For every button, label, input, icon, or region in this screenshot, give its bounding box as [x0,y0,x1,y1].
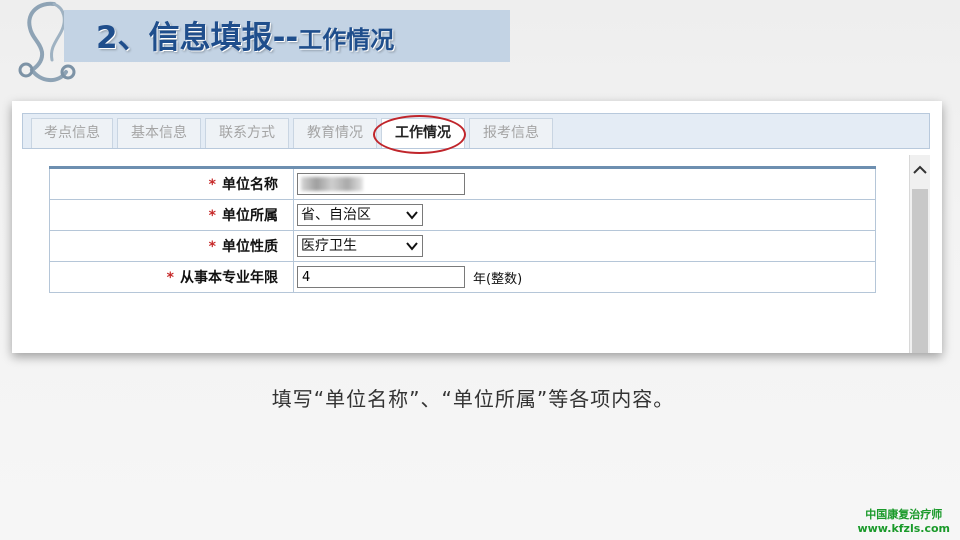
title-sub: 工作情况 [298,26,395,54]
required-mark: * [208,208,216,224]
required-mark: * [208,177,216,193]
redacted-text [301,177,363,191]
years-unit-hint: 年(整数) [473,271,523,287]
label-unit-nature: 单位性质 [222,239,278,255]
form-row-years: * 从事本专业年限 年(整数) [49,261,876,293]
watermark-line1: 中国康复治疗师 [865,508,943,521]
label-years: 从事本专业年限 [180,270,278,286]
form-row-unit-name: * 单位名称 [49,167,876,200]
form-row-unit-nature: * 单位性质 医疗卫生 [49,230,876,262]
slide-title: 2、信息填报--工作情况 [96,16,394,60]
label-unit-name: 单位名称 [222,177,278,193]
tab-exam-site[interactable]: 考点信息 [31,118,113,148]
unit-nature-select[interactable]: 医疗卫生 [297,235,423,257]
watermark: 中国康复治疗师 www.kfzls.com [857,508,950,536]
chevron-down-icon [406,242,418,251]
years-input[interactable] [297,266,465,288]
tab-basic-info[interactable]: 基本信息 [117,118,201,148]
watermark-line2: www.kfzls.com [857,522,950,535]
work-info-form: *单位名称 *单位所属 省、自治区 *单位性质 医疗卫生 *从事本专业年限 年 [49,166,876,293]
chevron-down-icon [406,211,418,220]
required-mark: * [166,270,174,286]
form-row-unit-affiliation: * 单位所属 省、自治区 [49,199,876,231]
tab-work[interactable]: 工作情况 [381,118,465,148]
unit-affiliation-select[interactable]: 省、自治区 [297,204,423,226]
tab-education[interactable]: 教育情况 [293,118,377,148]
tab-application[interactable]: 报考信息 [469,118,553,148]
vertical-scrollbar[interactable] [909,155,930,353]
title-main: 2、信息填报-- [96,20,299,56]
label-unit-affiliation: 单位所属 [222,208,278,224]
form-screenshot: 考点信息 基本信息 联系方式 教育情况 工作情况 报考信息 * 单位名称 * 单位所… [12,101,942,353]
required-mark: * [208,239,216,255]
instruction-text: 填写“单位名称”、“单位所属”等各项内容。 [271,387,675,411]
tab-strip: 考点信息 基本信息 联系方式 教育情况 工作情况 报考信息 [22,113,930,149]
unit-nature-value: 医疗卫生 [301,238,357,254]
chevron-up-icon[interactable] [913,165,927,175]
unit-affiliation-value: 省、自治区 [301,207,371,223]
tab-contact[interactable]: 联系方式 [205,118,289,148]
scrollbar-thumb[interactable] [912,189,928,353]
